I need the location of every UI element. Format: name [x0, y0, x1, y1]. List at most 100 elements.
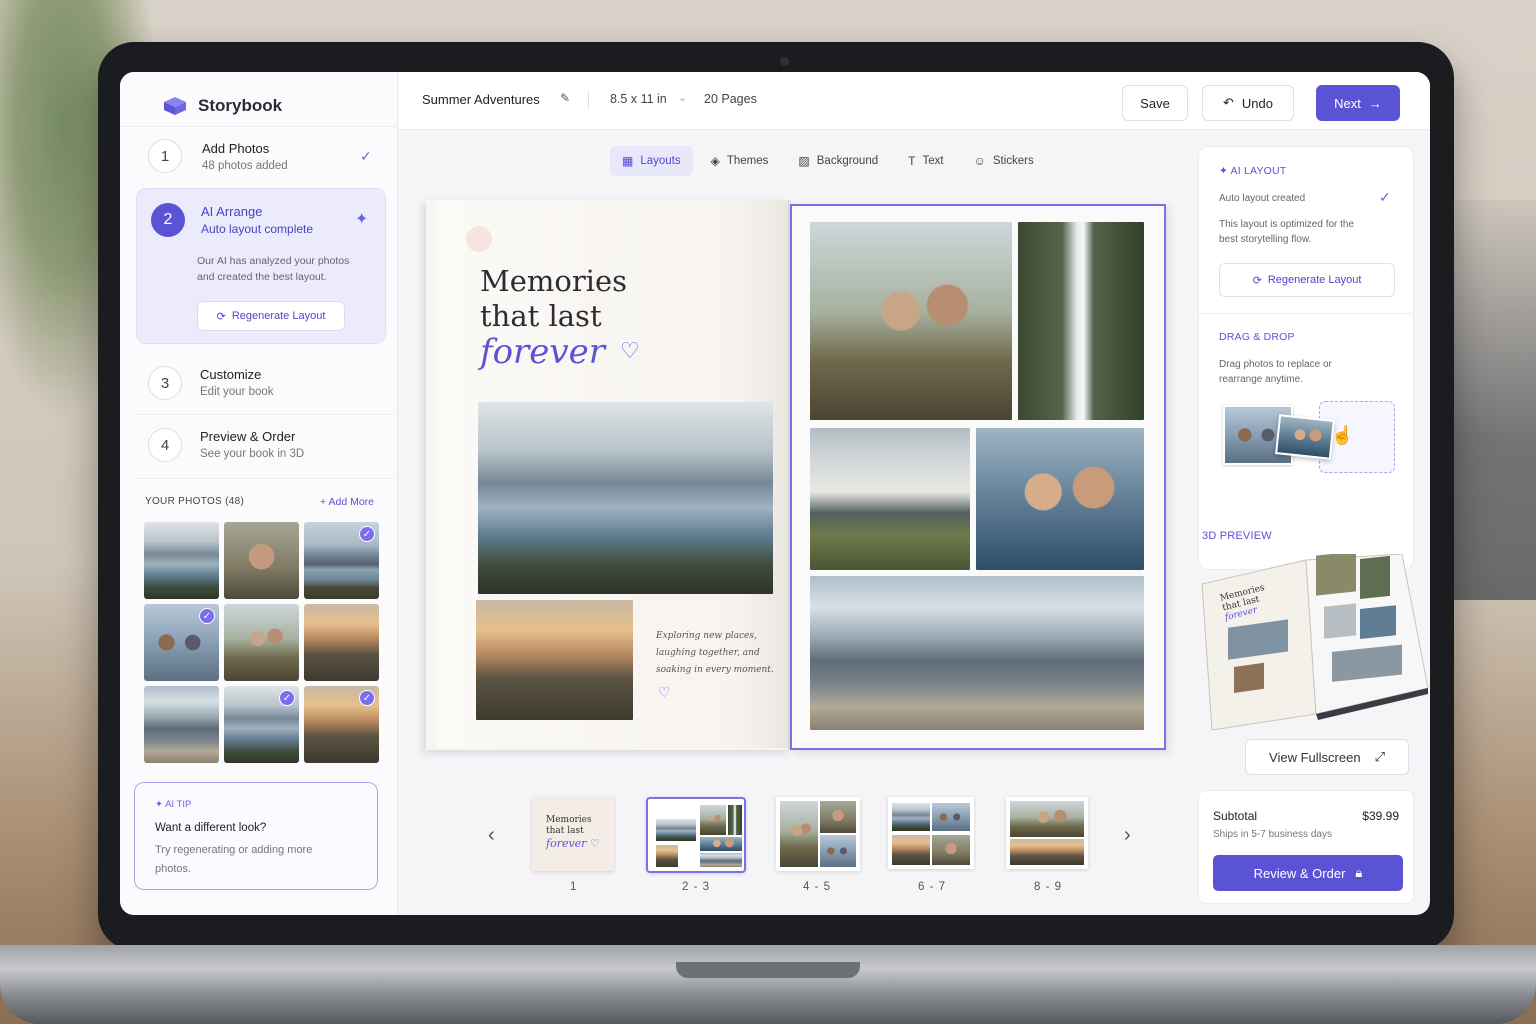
check-icon: ✓ [359, 526, 375, 542]
button-label: Regenerate Layout [231, 310, 326, 322]
ai-layout-description: This layout is optimized for the best st… [1219, 219, 1355, 245]
book-title[interactable]: Memories that last [480, 264, 627, 334]
pencil-icon[interactable]: ✎ [560, 91, 570, 105]
palette-icon: ◈ [710, 154, 720, 168]
button-label: Review & Order [1253, 865, 1346, 881]
page-thumbnail[interactable] [1006, 797, 1088, 869]
book-photo[interactable] [478, 402, 773, 594]
next-button[interactable]: Next → [1316, 85, 1400, 121]
button-label: Save [1140, 95, 1170, 111]
divider [1199, 313, 1413, 314]
decorative-dot [466, 226, 492, 252]
regenerate-layout-button[interactable]: ⟳ Regenerate Layout [197, 301, 345, 331]
book-photo[interactable] [810, 222, 1012, 420]
undo-button[interactable]: ↶ Undo [1202, 85, 1294, 121]
subtotal-label: Subtotal [1213, 809, 1258, 823]
ai-layout-panel: ✦ AI LAYOUT Auto layout created ✓ This l… [1198, 146, 1414, 570]
book-spread: Memories that last forever ♡ Exploring n… [426, 200, 1170, 750]
photo-thumbnail[interactable] [144, 522, 219, 599]
book-photo[interactable] [476, 600, 633, 720]
page-thumbnail[interactable]: Memories that last forever ♡ [532, 797, 614, 871]
photo-thumbnail[interactable]: ✓ [304, 686, 379, 763]
mini-photo [820, 835, 856, 867]
book-photo[interactable] [976, 428, 1144, 570]
heart-icon: ♡ [620, 338, 640, 363]
background-icon: ▨ [798, 154, 810, 168]
photo-thumbnail[interactable] [224, 522, 299, 599]
ai-tip-card: ✦ AI TIP Want a different look? Try rege… [134, 782, 378, 890]
mini-photo [700, 853, 742, 867]
right-page[interactable] [790, 204, 1166, 750]
tab-text[interactable]: T Text [896, 146, 955, 176]
chevron-left-icon[interactable]: ‹ [488, 824, 495, 847]
step-customize[interactable]: 3 Customize Edit your book [148, 364, 388, 414]
ai-layout-status: Auto layout created [1219, 193, 1306, 204]
tab-themes[interactable]: ◈ Themes [699, 146, 781, 176]
review-order-button[interactable]: Review & Order 🔒︎ [1213, 855, 1403, 891]
ai-tip-label: ✦ AI TIP [155, 799, 192, 810]
mini-photo [932, 835, 970, 865]
subtotal-price: $39.99 [1362, 809, 1399, 823]
book-logo-icon [162, 95, 188, 117]
book-photo[interactable] [810, 576, 1144, 730]
tab-layouts[interactable]: ▦ Layouts [610, 146, 693, 176]
photo-thumbnail[interactable]: ✓ [304, 522, 379, 599]
page-label: 2 - 3 [682, 881, 711, 893]
view-fullscreen-button[interactable]: View Fullscreen ⤢ [1245, 739, 1409, 775]
photos-heading: YOUR PHOTOS (48) [145, 496, 245, 507]
step-ai-arrange[interactable]: 2 AI Arrange Auto layout complete ✦ Our … [136, 188, 386, 344]
mini-photo [700, 805, 726, 835]
add-more-link[interactable]: + Add More [320, 496, 374, 508]
app-window: Storybook 1 Add Photos 48 photos added ✓… [120, 72, 1430, 915]
photo-thumbnail[interactable]: ✓ [224, 686, 299, 763]
book-script-title[interactable]: forever [480, 332, 605, 372]
check-icon: ✓ [360, 148, 372, 164]
drag-drop-label: DRAG & DROP [1219, 331, 1295, 343]
tab-label: Layouts [640, 155, 681, 167]
dragging-photo[interactable] [1275, 414, 1335, 460]
step-preview-order[interactable]: 4 Preview & Order See your book in 3D [148, 426, 388, 476]
shipping-info: Ships in 5-7 business days [1213, 829, 1332, 840]
divider [136, 414, 394, 415]
project-title[interactable]: Summer Adventures [422, 92, 540, 107]
check-icon: ✓ [1379, 189, 1391, 205]
left-page[interactable]: Memories that last forever ♡ Exploring n… [426, 200, 790, 750]
step-subtitle: Edit your book [200, 386, 274, 398]
chevron-right-icon[interactable]: › [1124, 824, 1131, 847]
book-caption[interactable]: Exploring new places, laughing together,… [656, 628, 780, 679]
title-line: Memories [480, 264, 627, 298]
photo-thumbnail[interactable] [144, 686, 219, 763]
photo-thumbnail[interactable] [304, 604, 379, 681]
photo-thumbnail[interactable] [224, 604, 299, 681]
page-thumbnail[interactable] [888, 797, 974, 869]
divider [588, 91, 589, 109]
button-label: View Fullscreen [1269, 749, 1361, 765]
mini-photo [728, 805, 742, 835]
tab-background[interactable]: ▨ Background [786, 146, 890, 176]
mini-photo [820, 801, 856, 833]
regenerate-layout-button[interactable]: ⟳ Regenerate Layout [1219, 263, 1395, 297]
mini-photo [892, 803, 930, 831]
3d-book-preview[interactable]: Memories that last forever [1198, 551, 1430, 731]
photo-thumbnail[interactable]: ✓ [144, 604, 219, 681]
tab-label: Text [922, 155, 944, 167]
webcam [780, 57, 789, 66]
tab-stickers[interactable]: ☺ Stickers [962, 146, 1046, 176]
book-size[interactable]: 8.5 x 11 in [610, 92, 667, 106]
page-thumbnail-selected[interactable] [646, 797, 746, 873]
page-label: 1 [570, 881, 578, 893]
laptop-notch [676, 962, 860, 978]
book-photo[interactable] [810, 428, 970, 570]
expand-icon: ⤢ [1374, 749, 1385, 764]
button-label: Next [1334, 95, 1361, 111]
brand[interactable]: Storybook [162, 88, 282, 124]
page-thumbnail[interactable] [776, 797, 860, 871]
mini-photo [780, 801, 818, 867]
text-icon: T [908, 154, 916, 168]
book-photo[interactable] [1018, 222, 1144, 420]
save-button[interactable]: Save [1122, 85, 1188, 121]
brand-name: Storybook [198, 96, 283, 115]
page-count: 20 Pages [704, 92, 757, 106]
chevron-down-icon[interactable]: ⌄ [678, 91, 687, 104]
step-add-photos[interactable]: 1 Add Photos 48 photos added ✓ [148, 138, 388, 188]
